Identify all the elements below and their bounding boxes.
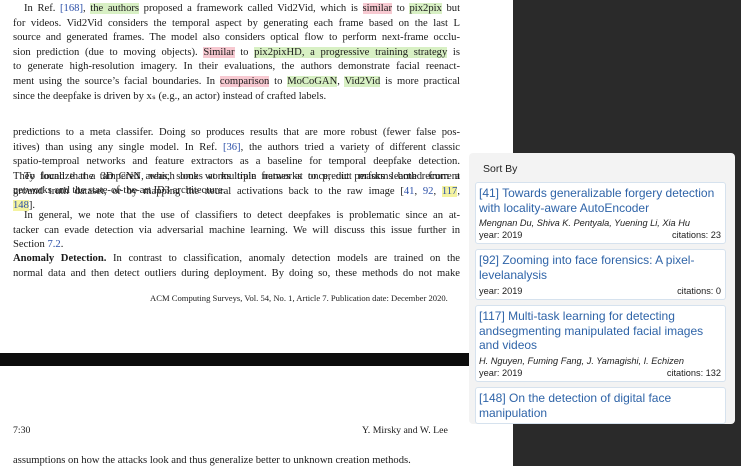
- text-line: spatio-temproal networks and feature ext…: [13, 156, 460, 168]
- page-separator: [0, 353, 513, 366]
- citation-card-117[interactable]: [117] Multi-task learning for detecting …: [475, 305, 726, 382]
- citation-card-92[interactable]: [92] Zooming into face forensics: A pixe…: [475, 249, 726, 301]
- highlighted-text: similar: [362, 3, 392, 14]
- highlighted-text: Similar: [203, 46, 235, 58]
- highlighted-text: pix2pixHD, a progressive training strate…: [254, 46, 448, 58]
- text-line: itives) than using any single model. In …: [13, 141, 460, 153]
- text-line: ment using the source’s facial boundarie…: [13, 75, 460, 87]
- citation-link[interactable]: [36]: [223, 142, 241, 153]
- citation-link[interactable]: 117: [441, 185, 458, 197]
- paragraph-vid2vid: In Ref. [168], the authors proposed a fr…: [13, 2, 460, 104]
- citation-title[interactable]: [148] On the detection of digital face m…: [479, 391, 721, 420]
- text-line: Anomaly Detection. In contrast to classi…: [13, 253, 460, 264]
- text-line: predictions to a meta classifer. Doing s…: [13, 127, 460, 138]
- document-page-lower: [0, 366, 513, 466]
- paragraph-in-general: In general, we note that the use of clas…: [13, 209, 460, 253]
- highlighted-text: comparison: [219, 75, 270, 87]
- text-line: sion prediction (due to moving objects).…: [13, 46, 461, 58]
- citation-count: citations: 23: [671, 230, 721, 241]
- paragraph-heading: Anomaly Detection.: [13, 253, 107, 264]
- journal-footer: ACM Computing Surveys, Vol. 54, No. 1, A…: [150, 293, 448, 303]
- text-line: source and generated frames. The model a…: [13, 32, 460, 44]
- citation-title[interactable]: [92] Zooming into face forensics: A pixe…: [479, 253, 721, 282]
- citation-link[interactable]: 7.2: [47, 239, 60, 250]
- citation-year: year: 2019: [479, 230, 523, 241]
- text-line: since the deepfake is driven by xₛ (e.g.…: [13, 90, 327, 102]
- citation-card-148[interactable]: [148] On the detection of digital face m…: [475, 387, 726, 424]
- text-line: ground truth dataset, or by mapping the …: [13, 185, 461, 197]
- citation-card-41[interactable]: [41] Towards generalizable forgery detec…: [475, 182, 726, 245]
- highlighted-text: pix2pix: [409, 3, 442, 14]
- citation-year: year: 2019: [479, 286, 523, 297]
- citation-title[interactable]: [41] Towards generalizable forgery detec…: [479, 186, 721, 215]
- citation-count: citations: 132: [666, 367, 721, 378]
- citation-panel: Sort By [41] Towards generalizable forge…: [469, 153, 735, 424]
- text-line: tacker can evade detection via adversari…: [13, 224, 460, 236]
- citation-link[interactable]: [168]: [60, 3, 83, 14]
- citation-link[interactable]: 92: [423, 186, 434, 197]
- citation-link[interactable]: 41: [404, 186, 415, 197]
- text-line: normal data and then detect outliers dur…: [13, 267, 460, 279]
- text-line: In general, we note that the use of clas…: [24, 210, 460, 221]
- citation-authors: Mengnan Du, Shiva K. Pentyala, Yuening L…: [479, 218, 690, 229]
- highlighted-text: the authors: [90, 3, 140, 14]
- text-line: for videos. Vid2Vid considers the tempor…: [13, 17, 460, 29]
- sort-by-button[interactable]: Sort By: [483, 163, 517, 175]
- text-line: Section 7.2.: [13, 239, 64, 251]
- citation-count: citations: 0: [677, 286, 721, 297]
- highlighted-text: Vid2Vid: [344, 75, 381, 87]
- running-authors: Y. Mirsky and W. Lee: [362, 425, 448, 436]
- citation-year: year: 2019: [479, 367, 523, 378]
- citation-title[interactable]: [117] Multi-task learning for detecting …: [479, 309, 721, 353]
- page-number: 7:30: [13, 425, 31, 436]
- paragraph-anomaly-detection: Anomaly Detection. In contrast to classi…: [13, 252, 460, 281]
- citation-authors: H. Nguyen, Fuming Fang, J. Yamagishi, I.…: [479, 355, 684, 366]
- text-line: To localize the tampered areas, some wor…: [24, 171, 460, 182]
- text-line: to generate high-resolution imagery. In …: [13, 61, 460, 73]
- document-page-upper: In Ref. [168], the authors proposed a fr…: [0, 0, 513, 353]
- next-page-text: assumptions on how the attacks look and …: [13, 455, 411, 466]
- paragraph-localize: To localize the tampered areas, some wor…: [13, 170, 460, 214]
- highlighted-text: MoCoGAN: [287, 75, 338, 87]
- text-line: In Ref. [168], the authors proposed a fr…: [24, 3, 461, 14]
